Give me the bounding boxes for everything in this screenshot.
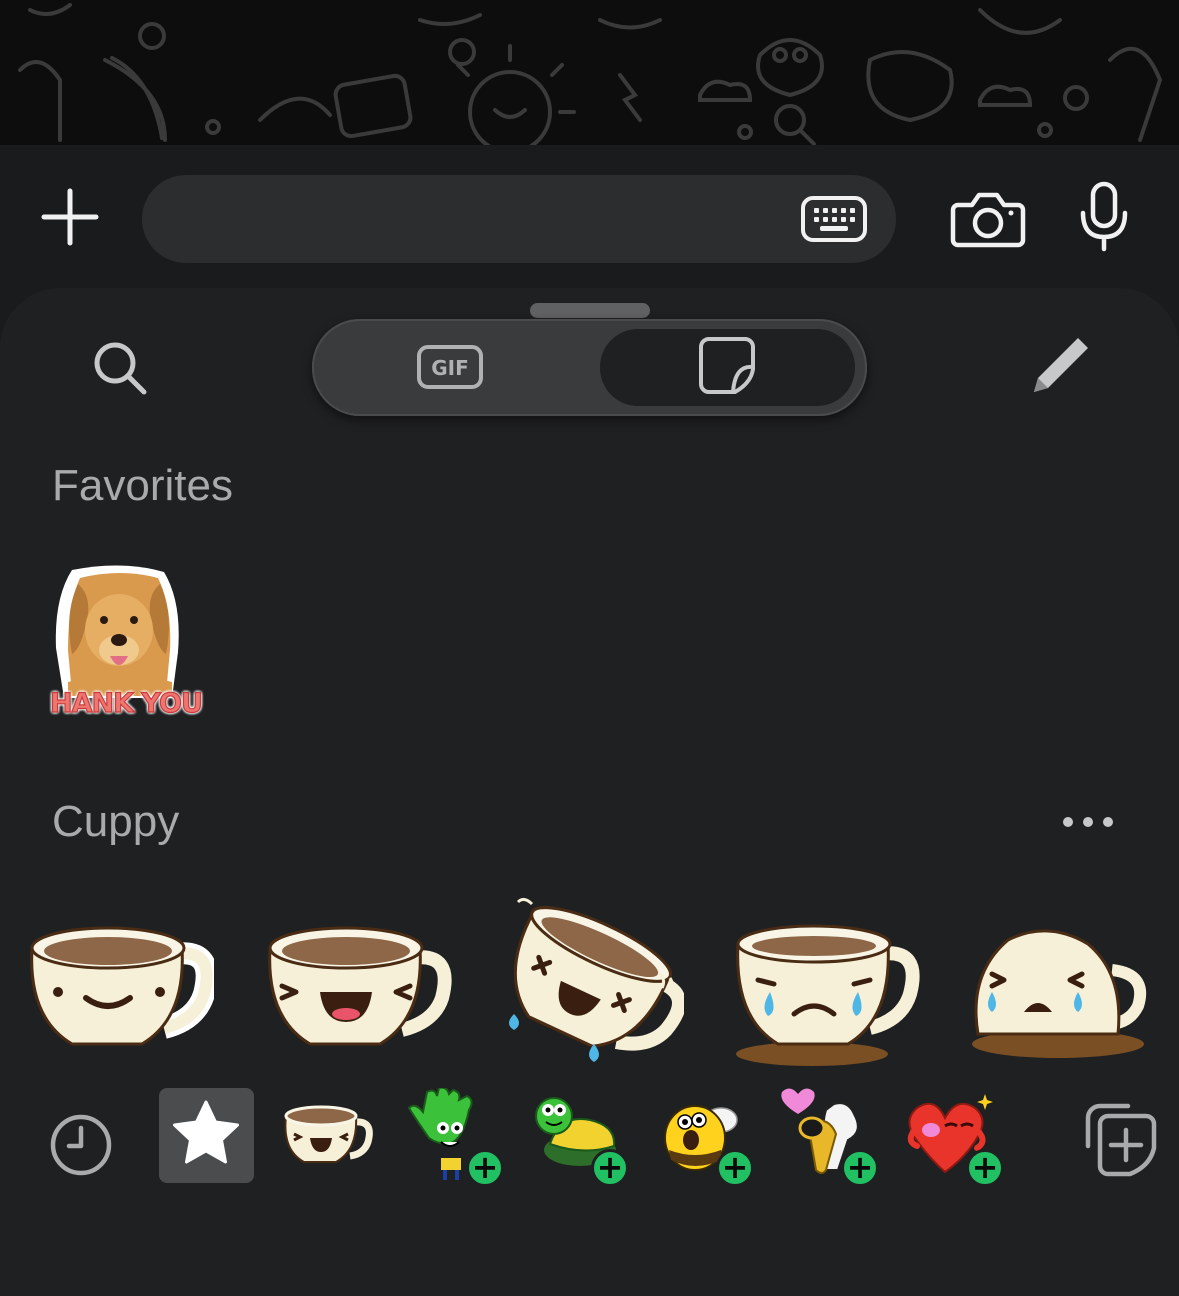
plus-icon xyxy=(41,188,99,246)
add-pack-badge[interactable]: + xyxy=(966,1149,1004,1187)
sticker-pack-tray: + + + + + xyxy=(0,1078,1179,1198)
smiling-cup-sticker xyxy=(30,926,218,1046)
gif-icon: GIF xyxy=(417,345,483,389)
cuppy-sticker-smiling[interactable] xyxy=(24,914,218,1074)
chat-wallpaper xyxy=(0,0,1179,145)
sticker-icon xyxy=(699,337,755,394)
tray-turtle-pack[interactable]: + xyxy=(530,1088,629,1187)
add-pack-badge[interactable]: + xyxy=(466,1149,504,1187)
star-icon xyxy=(173,1100,239,1164)
attach-button[interactable] xyxy=(38,185,102,249)
message-composer xyxy=(0,145,1179,295)
camera-button[interactable] xyxy=(950,189,1026,249)
sticker-picker-panel: GIF Favorites HANK YOU Cuppy + + + + + xyxy=(0,288,1179,1296)
add-pack-badge[interactable]: + xyxy=(716,1149,754,1187)
tray-recent-button[interactable] xyxy=(34,1088,129,1183)
sticker-search-button[interactable] xyxy=(92,340,148,396)
favorite-sticker-dog-thank-you[interactable]: HANK YOU xyxy=(48,564,203,744)
message-input[interactable] xyxy=(172,175,792,263)
tray-favorites-button[interactable] xyxy=(159,1088,254,1183)
microphone-button[interactable] xyxy=(1078,181,1130,253)
message-input-field[interactable] xyxy=(142,175,896,263)
add-sticker-pack-icon xyxy=(1085,1103,1157,1177)
tab-stickers[interactable] xyxy=(600,329,855,406)
keyboard-icon xyxy=(801,196,867,242)
more-icon xyxy=(1063,817,1113,827)
tray-saxophone-pack[interactable]: + xyxy=(780,1088,879,1187)
cuppy-sticker-crying-tipped[interactable] xyxy=(962,914,1152,1074)
svg-text:GIF: GIF xyxy=(431,356,469,380)
create-sticker-button[interactable] xyxy=(1026,334,1092,400)
microphone-icon xyxy=(1080,181,1128,252)
favorite-sticker-caption: HANK YOU xyxy=(49,687,203,719)
crying-spilled-cup-sticker xyxy=(736,924,920,1066)
cuppy-sticker-crying-spilled[interactable] xyxy=(730,914,920,1074)
tab-gif[interactable]: GIF xyxy=(332,327,568,407)
crying-tipped-cup-sticker xyxy=(972,929,1147,1058)
tipsy-cup-sticker xyxy=(509,897,686,1062)
laughing-cup-sticker xyxy=(268,926,452,1046)
tray-bee-pack[interactable]: + xyxy=(655,1088,754,1187)
panel-grabber[interactable] xyxy=(530,303,650,318)
clock-icon xyxy=(50,1114,112,1176)
add-pack-badge[interactable]: + xyxy=(591,1149,629,1187)
tray-hand-pack[interactable]: + xyxy=(405,1086,504,1187)
tray-heart-pack[interactable]: + xyxy=(905,1088,1004,1187)
cuppy-more-button[interactable] xyxy=(1058,808,1118,836)
add-sticker-pack-button[interactable] xyxy=(1070,1088,1165,1183)
media-type-segmented-control: GIF xyxy=(312,319,867,416)
pencil-icon xyxy=(1034,338,1088,392)
tray-cuppy-pack[interactable] xyxy=(282,1088,377,1183)
search-icon xyxy=(94,342,147,395)
keyboard-toggle-button[interactable] xyxy=(800,195,868,243)
cuppy-pack-icon xyxy=(284,1105,373,1163)
camera-icon xyxy=(950,192,1026,248)
add-pack-badge[interactable]: + xyxy=(841,1149,879,1187)
favorites-section-title: Favorites xyxy=(52,461,233,510)
cuppy-sticker-laughing[interactable] xyxy=(262,914,452,1074)
cuppy-section-title: Cuppy xyxy=(52,797,180,846)
cuppy-sticker-tipsy[interactable] xyxy=(494,894,686,1074)
